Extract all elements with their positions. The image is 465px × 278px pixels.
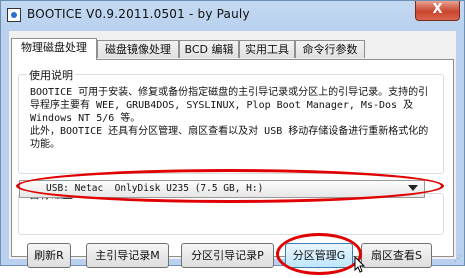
- chevron-down-icon[interactable]: [408, 185, 418, 191]
- mouse-cursor-icon: [354, 255, 366, 278]
- tab-panel: 使用说明 BOOTICE 可用于安装、修复或备份指定磁盘的主引导记录或分区上的引…: [11, 59, 454, 257]
- target-disk-group: 目标磁盘: [18, 186, 444, 235]
- resize-grip-icon[interactable]: ⋰: [454, 254, 462, 263]
- app-window: BOOTICE V0.9.2011.0501 - by Pauly X 物理磁盘…: [0, 0, 465, 275]
- target-disk-select[interactable]: USB: Netac OnlyDisk U235 (7.5 GB, H:): [19, 180, 425, 198]
- usage-group-label: 使用说明: [27, 67, 75, 83]
- tab-physical-disk[interactable]: 物理磁盘处理: [11, 38, 97, 60]
- tab-disk-image[interactable]: 磁盘镜像处理: [97, 40, 179, 58]
- client-area: 物理磁盘处理 磁盘镜像处理 BCD 编辑 实用工具 命令行参数 使用说明 BOO…: [9, 31, 456, 275]
- tab-cmdline-params[interactable]: 命令行参数: [295, 40, 365, 58]
- tab-utilities[interactable]: 实用工具: [239, 40, 295, 58]
- app-icon: [7, 8, 21, 22]
- pbr-button[interactable]: 分区引导记录P: [181, 243, 274, 268]
- target-disk-value: USB: Netac OnlyDisk U235 (7.5 GB, H:): [46, 183, 264, 194]
- mbr-button[interactable]: 主引导记录M: [86, 243, 169, 268]
- title-bar[interactable]: BOOTICE V0.9.2011.0501 - by Pauly X: [1, 1, 464, 30]
- parts-manage-button[interactable]: 分区管理G: [285, 243, 353, 268]
- tab-bcd-edit[interactable]: BCD 编辑: [179, 40, 239, 58]
- close-button[interactable]: X: [415, 1, 460, 21]
- refresh-button[interactable]: 刷新R: [27, 243, 71, 268]
- usage-description: BOOTICE 可用于安装、修复或备份指定磁盘的主引导记录或分区上的引导记录。支…: [30, 87, 429, 150]
- sector-edit-button[interactable]: 扇区查看S: [361, 243, 432, 268]
- window-title: BOOTICE V0.9.2011.0501 - by Pauly: [27, 7, 250, 21]
